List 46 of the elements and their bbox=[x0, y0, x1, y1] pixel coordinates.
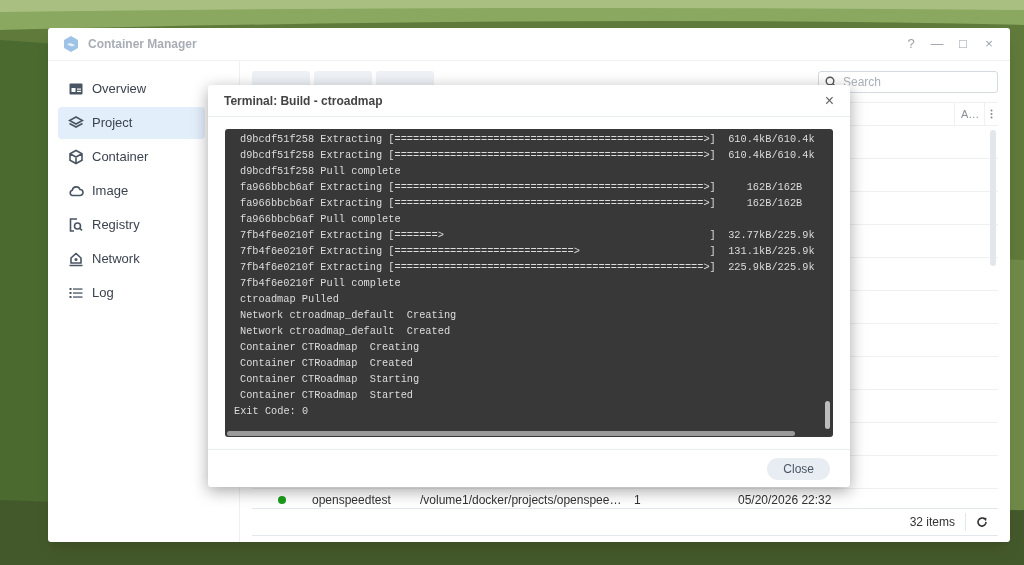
window-title: Container Manager bbox=[88, 36, 197, 53]
terminal-line: d9bcdf51f258 Extracting [==================================================>] 610.4kB/610.4k bbox=[240, 148, 815, 163]
terminal-line: d9bcdf51f258 Pull complete bbox=[240, 164, 401, 179]
list-icon bbox=[68, 285, 84, 301]
search-field[interactable]: Search bbox=[818, 71, 998, 93]
terminal-line: Container CTRoadmap Creating bbox=[240, 340, 420, 355]
terminal-line: 7fb4f6e0210f Extracting [==================================================>] 225.9kB/225.9k bbox=[240, 260, 815, 275]
column-menu-icon bbox=[990, 109, 993, 119]
item-count: 32 items bbox=[909, 513, 966, 531]
sidebar-item[interactable]: Project bbox=[58, 107, 205, 139]
terminal-line: 7fb4f6e0210f Extracting [=======> ] 32.77kB/225.9k bbox=[240, 228, 815, 243]
terminal-line: Container CTRoadmap Created bbox=[240, 356, 414, 371]
terminal-line: Container CTRoadmap Started bbox=[240, 388, 414, 403]
dashboard-icon bbox=[68, 81, 84, 97]
refresh-icon[interactable] bbox=[976, 516, 988, 528]
sidebar-item[interactable]: Overview bbox=[58, 73, 205, 105]
table-cell-text: openspeedtest bbox=[312, 492, 392, 508]
terminal-line: fa966bbcb6af Extracting [==================================================>] 162B/162B bbox=[240, 196, 803, 211]
dialog-title: Terminal: Build - ctroadmap bbox=[224, 92, 383, 110]
layers-icon bbox=[68, 115, 84, 131]
close-button[interactable]: × bbox=[824, 92, 834, 109]
sidebar-item[interactable]: Image bbox=[58, 175, 205, 207]
document-search-icon bbox=[68, 217, 84, 233]
table-cell-text: 05/20/2026 22:32 bbox=[738, 492, 832, 508]
sidebar-item[interactable]: Container bbox=[58, 141, 205, 173]
scrollbar bbox=[825, 401, 830, 429]
terminal-line: Network ctroadmap_default Created bbox=[240, 324, 451, 339]
terminal-line: d9bcdf51f258 Extracting [==================================================>] 610.4kB/610.4k bbox=[240, 132, 815, 147]
sidebar-item[interactable]: Registry bbox=[58, 209, 205, 241]
sidebar-item[interactable]: Network bbox=[58, 243, 205, 275]
table-cell-text: /volume1/docker/projects/openspee… bbox=[420, 492, 623, 508]
terminal-line: Container CTRoadmap Starting bbox=[240, 372, 420, 387]
house-icon bbox=[68, 251, 84, 267]
terminal-line: Network ctroadmap_default Creating bbox=[240, 308, 457, 323]
terminal-line: 7fb4f6e0210f Extracting [=============================> ] 131.1kB/225.9k bbox=[240, 244, 815, 259]
table-cell-text: 1 bbox=[634, 492, 642, 508]
terminal-line: fa966bbcb6af Extracting [==================================================>] 162B/162B bbox=[240, 180, 803, 195]
cloud-icon bbox=[68, 183, 84, 199]
cube-icon bbox=[68, 149, 84, 165]
terminal-line: fa966bbcb6af Pull complete bbox=[240, 212, 401, 227]
app-logo-icon bbox=[62, 35, 80, 53]
terminal-line: Exit Code: 0 bbox=[234, 404, 309, 419]
terminal-line: 7fb4f6e0210f Pull complete bbox=[240, 276, 401, 291]
close-dialog-button[interactable]: Close bbox=[767, 457, 830, 480]
sidebar-item[interactable]: Log bbox=[58, 277, 205, 309]
terminal-line: ctroadmap Pulled bbox=[240, 292, 339, 307]
